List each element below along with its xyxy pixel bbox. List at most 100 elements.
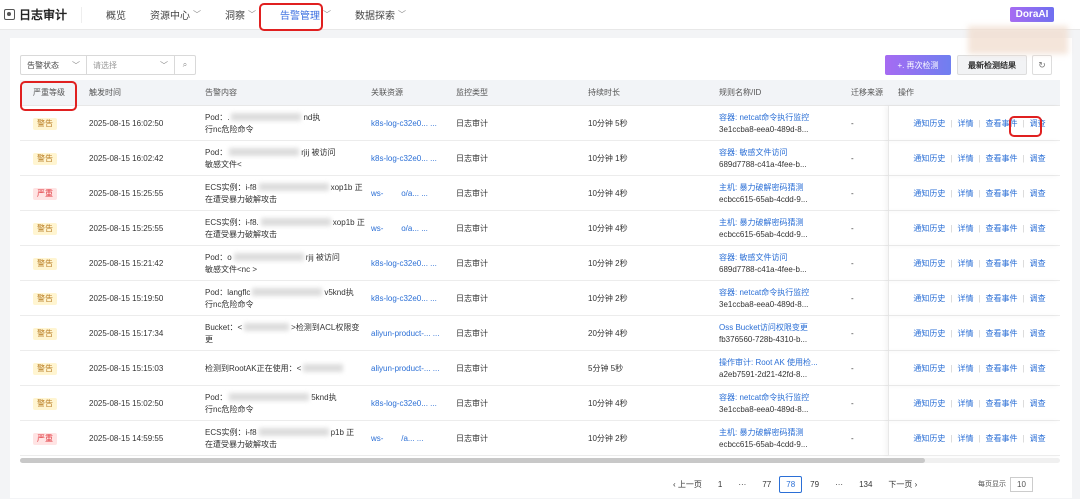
related-resource-link[interactable]: ws- o/a... ...	[371, 211, 428, 246]
column-header-5[interactable]: 持续时长	[588, 80, 620, 106]
nav-item-4[interactable]: 数据探索 ﹀	[343, 0, 418, 30]
prev-page-button[interactable]: ‹ 上一页	[665, 479, 710, 490]
rule-name-link[interactable]: Oss Bucket访问权限变更	[719, 322, 808, 334]
page-ellipsis[interactable]: ···	[730, 480, 754, 489]
related-resource-link[interactable]: k8s-log-c32e0... ...	[371, 246, 437, 281]
rule-name-link[interactable]: 容器: netcat命令执行监控	[719, 112, 809, 124]
investigate-link[interactable]: 调查	[1030, 398, 1046, 410]
rule-name-link[interactable]: 容器: 敏感文件访问	[719, 147, 807, 159]
column-header-1[interactable]: 触发时间	[89, 80, 121, 106]
view-events-link[interactable]: 查看事件	[986, 188, 1018, 200]
latest-results-button[interactable]: 最新检测结果	[957, 55, 1027, 75]
page-79[interactable]: 79	[802, 480, 827, 489]
related-resource-link[interactable]: ws- /a... ...	[371, 421, 423, 456]
details-link[interactable]: 详情	[957, 118, 973, 130]
details-link[interactable]: 详情	[957, 328, 973, 340]
table-row: 严重 2025-08-15 15:25:55 ECS实例：i-f8 xop1b 正…	[20, 176, 1060, 211]
divider: |	[978, 258, 981, 268]
investigate-link[interactable]: 调查	[1030, 328, 1046, 340]
notify-history-link[interactable]: 通知历史	[913, 363, 945, 375]
page-134[interactable]: 134	[851, 480, 880, 489]
view-events-link[interactable]: 查看事件	[986, 223, 1018, 235]
related-resource-link[interactable]: k8s-log-c32e0... ...	[371, 106, 437, 141]
rule-name-link[interactable]: 容器: 敏感文件访问	[719, 252, 807, 264]
rule-name-link[interactable]: 主机: 暴力破解密码猜测	[719, 427, 808, 439]
page-78[interactable]: 78	[779, 475, 803, 493]
notify-history-link[interactable]: 通知历史	[913, 223, 945, 235]
notify-history-link[interactable]: 通知历史	[913, 118, 945, 130]
details-link[interactable]: 详情	[957, 188, 973, 200]
notify-history-link[interactable]: 通知历史	[913, 188, 945, 200]
nav-item-0[interactable]: 概览	[94, 0, 138, 30]
horizontal-scrollbar-thumb[interactable]	[20, 458, 925, 463]
nav-item-1[interactable]: 资源中心 ﹀	[138, 0, 213, 30]
notify-history-link[interactable]: 通知历史	[913, 258, 945, 270]
column-header-6[interactable]: 规则名称/ID	[719, 80, 761, 106]
details-link[interactable]: 详情	[957, 223, 973, 235]
related-resource-link[interactable]: aliyun-product-... ...	[371, 316, 439, 351]
refresh-button[interactable]: ↻	[1032, 55, 1052, 75]
related-resource-link[interactable]: k8s-log-c32e0... ...	[371, 141, 437, 176]
details-link[interactable]: 详情	[957, 433, 973, 445]
divider: |	[978, 223, 981, 233]
status-filter-select[interactable]: 告警状态 ﹀	[21, 56, 87, 74]
view-events-link[interactable]: 查看事件	[986, 433, 1018, 445]
app-logo[interactable]: 日志审计	[4, 6, 83, 23]
column-header-7[interactable]: 迁移来源	[851, 80, 883, 106]
details-link[interactable]: 详情	[957, 293, 973, 305]
column-header-4[interactable]: 监控类型	[456, 80, 488, 106]
page-77[interactable]: 77	[754, 480, 779, 489]
notify-history-link[interactable]: 通知历史	[913, 293, 945, 305]
next-page-button[interactable]: 下一页 ›	[880, 479, 925, 490]
investigate-link[interactable]: 调查	[1030, 153, 1046, 165]
value-filter-select[interactable]: 请选择 ﹀	[87, 56, 175, 74]
details-link[interactable]: 详情	[957, 153, 973, 165]
notify-history-link[interactable]: 通知历史	[913, 153, 945, 165]
view-events-link[interactable]: 查看事件	[986, 398, 1018, 410]
monitor-type: 日志审计	[456, 188, 488, 198]
nav-label: 概览	[106, 11, 127, 22]
details-link[interactable]: 详情	[957, 363, 973, 375]
details-link[interactable]: 详情	[957, 258, 973, 270]
trigger-time: 2025-08-15 16:02:50	[89, 118, 164, 128]
investigate-link[interactable]: 调查	[1030, 223, 1046, 235]
app-title: 日志审计	[19, 8, 68, 22]
page-1[interactable]: 1	[710, 480, 730, 489]
view-events-link[interactable]: 查看事件	[986, 328, 1018, 340]
investigate-link[interactable]: 调查	[1030, 433, 1046, 445]
related-resource-link[interactable]: ws- o/a... ...	[371, 176, 428, 211]
search-button[interactable]: ⌕	[175, 56, 195, 74]
notify-history-link[interactable]: 通知历史	[913, 433, 945, 445]
investigate-link[interactable]: 调查	[1030, 293, 1046, 305]
notify-history-link[interactable]: 通知历史	[913, 398, 945, 410]
rule-name-link[interactable]: 主机: 暴力破解密码猜测	[719, 182, 808, 194]
table-row: 警告 2025-08-15 15:17:34 Bucket：< >检测到ACL权限…	[20, 316, 1060, 351]
investigate-link[interactable]: 调查	[1030, 258, 1046, 270]
investigate-link[interactable]: 调查	[1030, 363, 1046, 375]
related-resource-link[interactable]: aliyun-product-... ...	[371, 351, 439, 386]
rule-name-link[interactable]: 容器: netcat命令执行监控	[719, 392, 809, 404]
view-events-link[interactable]: 查看事件	[986, 153, 1018, 165]
column-header-2[interactable]: 告警内容	[205, 80, 237, 106]
main-panel: 告警状态 ﹀ 请选择 ﹀ ⌕ +. 再次检测 最新检测结果 ↻ 严重等级 触发时间 告警…	[10, 38, 1072, 498]
investigate-link[interactable]: 调查	[1030, 188, 1046, 200]
notify-history-link[interactable]: 通知历史	[913, 328, 945, 340]
duration: 10分钟 4秒	[588, 223, 628, 233]
page-size-select[interactable]: 10	[1010, 476, 1033, 492]
recheck-button[interactable]: +. 再次检测	[885, 55, 951, 75]
view-events-link[interactable]: 查看事件	[986, 293, 1018, 305]
column-header-3[interactable]: 关联资源	[371, 80, 403, 106]
table-header: 严重等级 触发时间 告警内容 关联资源 监控类型 持续时长 规则名称/ID 迁移来源 操作	[20, 80, 1060, 106]
doraai-button[interactable]: DoraAI	[1010, 7, 1054, 22]
rule-name-link[interactable]: 容器: netcat命令执行监控	[719, 287, 809, 299]
details-link[interactable]: 详情	[957, 398, 973, 410]
chevron-down-icon: ﹀	[160, 60, 168, 70]
related-resource-link[interactable]: k8s-log-c32e0... ...	[371, 386, 437, 421]
related-resource-link[interactable]: k8s-log-c32e0... ...	[371, 281, 437, 316]
page-ellipsis[interactable]: ···	[827, 480, 851, 489]
divider: |	[950, 363, 953, 373]
rule-name-link[interactable]: 操作审计: Root AK 使用检...	[719, 357, 818, 369]
view-events-link[interactable]: 查看事件	[986, 363, 1018, 375]
rule-name-link[interactable]: 主机: 暴力破解密码猜测	[719, 217, 808, 229]
view-events-link[interactable]: 查看事件	[986, 258, 1018, 270]
